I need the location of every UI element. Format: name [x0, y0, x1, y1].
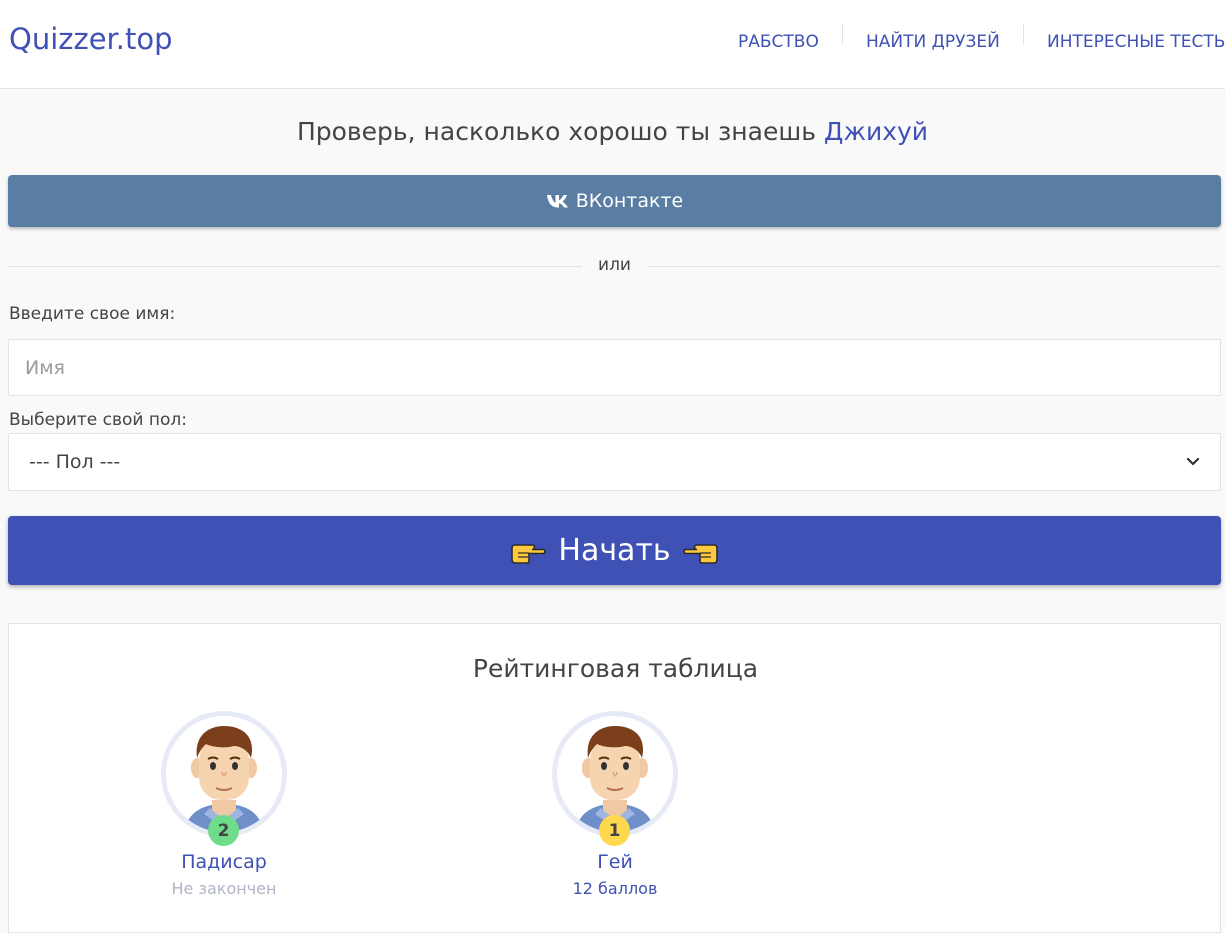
- or-divider-text: или: [598, 255, 631, 275]
- rank-badge: 2: [208, 815, 239, 846]
- gender-select-value: --- Пол ---: [29, 451, 121, 473]
- player-name: Падисар: [181, 851, 267, 873]
- site-logo[interactable]: Quizzer.top: [9, 22, 173, 56]
- vk-button-label: ВКонтакте: [575, 190, 684, 212]
- leaderboard-title: Рейтинговая таблица: [472, 654, 759, 683]
- nav-link-find-friends[interactable]: НАЙТИ ДРУЗЕЙ: [866, 32, 1000, 52]
- nav-link-interesting-tests[interactable]: ИНТЕРЕСНЫЕ ТЕСТЫ: [1047, 32, 1225, 52]
- player-status: 12 баллов: [572, 879, 658, 898]
- nav-divider: [1023, 24, 1024, 44]
- headline-text: Проверь, насколько хорошо ты знаешь: [296, 117, 824, 146]
- leaderboard-player[interactable]: 1 Гей 12 баллов: [515, 711, 715, 898]
- divider-line-right: [647, 266, 1221, 267]
- nav-divider: [842, 24, 843, 44]
- start-button-label: Начать: [558, 533, 671, 568]
- player-status: Не закончен: [171, 879, 277, 898]
- name-input[interactable]: [8, 339, 1221, 396]
- nav-link-slavery[interactable]: РАБСТВО: [738, 32, 819, 52]
- divider-line-left: [9, 266, 582, 267]
- chevron-down-icon: [1186, 457, 1200, 467]
- quiz-owner-name: Джихуй: [823, 117, 929, 146]
- top-navbar: Quizzer.top РАБСТВО НАЙТИ ДРУЗЕЙ ИНТЕРЕС…: [0, 0, 1225, 89]
- hand-pointing-left-icon: [682, 538, 719, 564]
- rank-badge: 1: [599, 815, 630, 846]
- name-field-label: Введите свое имя:: [9, 304, 176, 324]
- leaderboard-player[interactable]: 2 Падисар Не закончен: [124, 711, 324, 898]
- avatar: 2: [161, 711, 287, 846]
- avatar: 1: [552, 711, 678, 846]
- vk-login-button[interactable]: ВКонтакте: [8, 175, 1221, 227]
- start-quiz-button[interactable]: Начать: [8, 516, 1221, 585]
- gender-select[interactable]: --- Пол ---: [8, 433, 1221, 491]
- quiz-headline: Проверь, насколько хорошо ты знаешь Джих…: [0, 117, 1225, 146]
- leaderboard-panel: Рейтинговая таблица 2 Падисар Не законче…: [8, 623, 1221, 933]
- player-name: Гей: [597, 851, 633, 873]
- gender-field-label: Выберите свой пол:: [9, 410, 187, 430]
- hand-pointing-right-icon: [510, 538, 547, 564]
- vk-icon: [546, 194, 570, 208]
